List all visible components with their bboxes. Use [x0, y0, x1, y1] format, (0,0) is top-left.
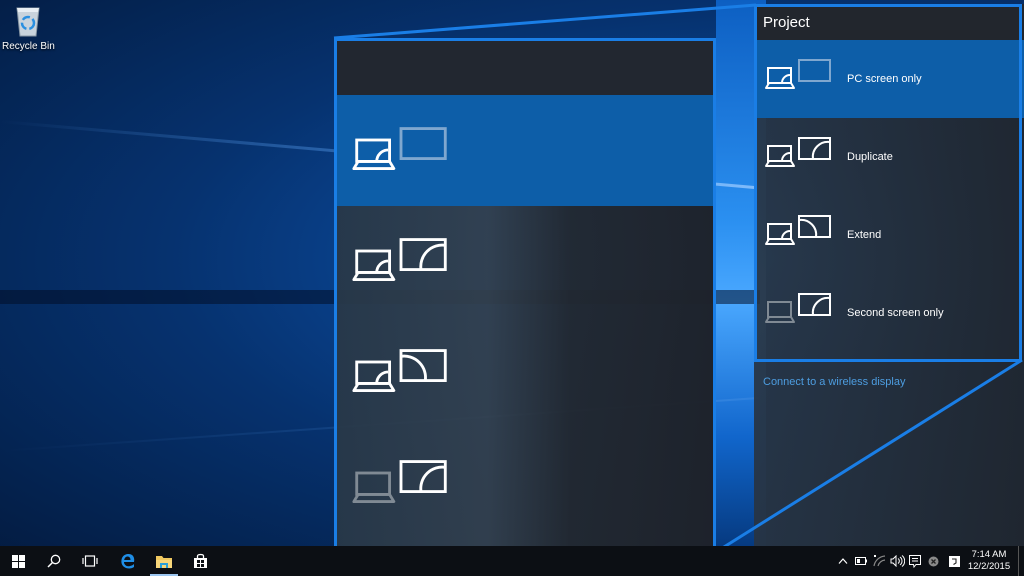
magnified-row-extend: [337, 317, 713, 428]
magnified-view: [334, 38, 716, 552]
extend-icon: [352, 349, 447, 392]
project-flyout: Project PC screen only Duplicate Extend: [754, 4, 1024, 546]
flyout-header: Project: [754, 4, 1024, 40]
extend-icon: [765, 215, 831, 245]
volume-icon: [890, 555, 905, 567]
show-desktop-button[interactable]: [1018, 546, 1024, 576]
task-view-icon: [82, 555, 98, 567]
notes-icon: [948, 555, 960, 567]
action-center-button[interactable]: [906, 546, 924, 576]
flyout-title: Project: [763, 14, 810, 31]
option-extend[interactable]: Extend: [754, 196, 1024, 274]
option-label: PC screen only: [847, 73, 922, 85]
pc-screen-only-icon: [352, 127, 447, 170]
magnified-row-second-screen-only: [337, 428, 713, 539]
store-button[interactable]: [182, 546, 218, 576]
folder-icon: [156, 555, 172, 568]
chevron-up-icon: [838, 558, 848, 564]
search-icon: [47, 554, 61, 568]
clock[interactable]: 7:14 AM 12/2/2015: [966, 549, 1012, 573]
windows-logo-icon: [11, 554, 25, 568]
clock-date: 12/2/2015: [967, 561, 1011, 572]
tray-app-button[interactable]: [924, 546, 942, 576]
recycle-bin-icon: [16, 7, 40, 37]
option-pc-screen-only[interactable]: PC screen only: [754, 40, 1024, 118]
task-view-button[interactable]: [72, 546, 108, 576]
magnified-row-duplicate: [337, 206, 713, 317]
connect-wireless-display-link[interactable]: Connect to a wireless display: [763, 376, 905, 388]
second-screen-only-icon: [352, 460, 447, 503]
option-second-screen-only[interactable]: Second screen only: [754, 274, 1024, 352]
option-label: Duplicate: [847, 151, 893, 163]
desktop-icon-recycle-bin[interactable]: Recycle Bin: [2, 4, 55, 52]
magnified-header: [337, 41, 713, 95]
taskbar: 7:14 AM 12/2/2015: [0, 546, 1024, 576]
file-explorer-button[interactable]: [146, 546, 182, 576]
clock-time: 7:14 AM: [971, 549, 1007, 560]
duplicate-icon: [765, 137, 831, 167]
close-circle-icon: [928, 556, 938, 566]
option-duplicate[interactable]: Duplicate: [754, 118, 1024, 196]
second-screen-only-icon: [765, 293, 831, 323]
start-button[interactable]: [0, 546, 36, 576]
search-button[interactable]: [36, 546, 72, 576]
wifi-icon: [873, 555, 886, 567]
network-button[interactable]: [870, 546, 888, 576]
pc-screen-only-icon: [765, 59, 831, 89]
edge-button[interactable]: [110, 546, 146, 576]
battery-button[interactable]: [852, 546, 870, 576]
show-hidden-icons-button[interactable]: [836, 546, 850, 576]
notes-button[interactable]: [944, 546, 964, 576]
magnified-row-pc-screen-only: [337, 95, 713, 206]
option-label: Extend: [847, 229, 882, 241]
volume-button[interactable]: [888, 546, 906, 576]
battery-icon: [855, 557, 867, 565]
desktop-icon-label: Recycle Bin: [2, 41, 55, 52]
duplicate-icon: [352, 238, 447, 281]
option-label: Second screen only: [847, 307, 944, 319]
store-icon: [193, 553, 207, 568]
action-center-icon: [909, 554, 921, 568]
edge-browser-icon: [121, 554, 135, 569]
